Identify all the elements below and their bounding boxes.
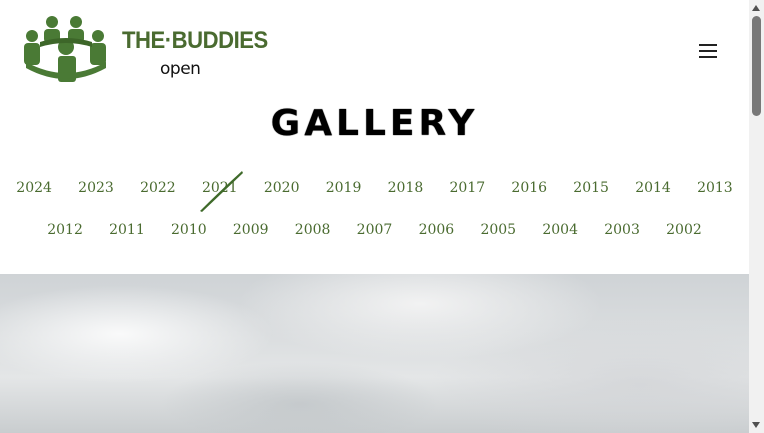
year-link[interactable]: 2004 <box>529 222 591 238</box>
year-link[interactable]: 2009 <box>220 222 282 238</box>
vertical-scrollbar[interactable] <box>749 0 764 433</box>
scroll-up-icon[interactable] <box>752 5 760 11</box>
menu-bar <box>699 44 717 46</box>
menu-bar <box>699 56 717 58</box>
buddies-group-icon <box>24 16 106 82</box>
year-link[interactable]: 2015 <box>560 180 622 196</box>
year-link[interactable]: 2021 <box>189 180 251 196</box>
year-nav-row-1: 2024 2023 2022 2021 2020 2019 2018 2017 … <box>0 180 749 196</box>
page-title: GALLERY <box>270 103 479 144</box>
year-link[interactable]: 2017 <box>436 180 498 196</box>
year-link[interactable]: 2008 <box>282 222 344 238</box>
year-link[interactable]: 2014 <box>622 180 684 196</box>
year-link[interactable]: 2011 <box>96 222 158 238</box>
year-link[interactable]: 2003 <box>591 222 653 238</box>
year-link[interactable]: 2007 <box>344 222 406 238</box>
site-logo[interactable]: THE·BUDDIES open <box>22 14 268 86</box>
hero-sky-image <box>0 274 749 433</box>
year-nav-row-2: 2012 2011 2010 2009 2008 2007 2006 2005 … <box>0 222 749 238</box>
year-link[interactable]: 2016 <box>498 180 560 196</box>
year-link[interactable]: 2006 <box>405 222 467 238</box>
brand-name: THE·BUDDIES <box>122 27 268 54</box>
page: THE·BUDDIES open GALLERY 2024 2023 2022 … <box>0 0 749 433</box>
hamburger-menu-icon[interactable] <box>699 44 721 62</box>
scrollbar-thumb[interactable] <box>752 16 761 116</box>
year-link[interactable]: 2023 <box>65 180 127 196</box>
scroll-down-icon[interactable] <box>752 422 760 428</box>
year-link[interactable]: 2022 <box>127 180 189 196</box>
year-link[interactable]: 2010 <box>158 222 220 238</box>
year-link[interactable]: 2024 <box>3 180 65 196</box>
brand-subtitle: open <box>160 59 201 79</box>
year-link[interactable]: 2012 <box>34 222 96 238</box>
year-link[interactable]: 2018 <box>375 180 437 196</box>
year-link[interactable]: 2005 <box>467 222 529 238</box>
year-link[interactable]: 2020 <box>251 180 313 196</box>
menu-bar <box>699 50 717 52</box>
year-link[interactable]: 2002 <box>653 222 715 238</box>
year-link[interactable]: 2019 <box>313 180 375 196</box>
year-link[interactable]: 2013 <box>684 180 746 196</box>
